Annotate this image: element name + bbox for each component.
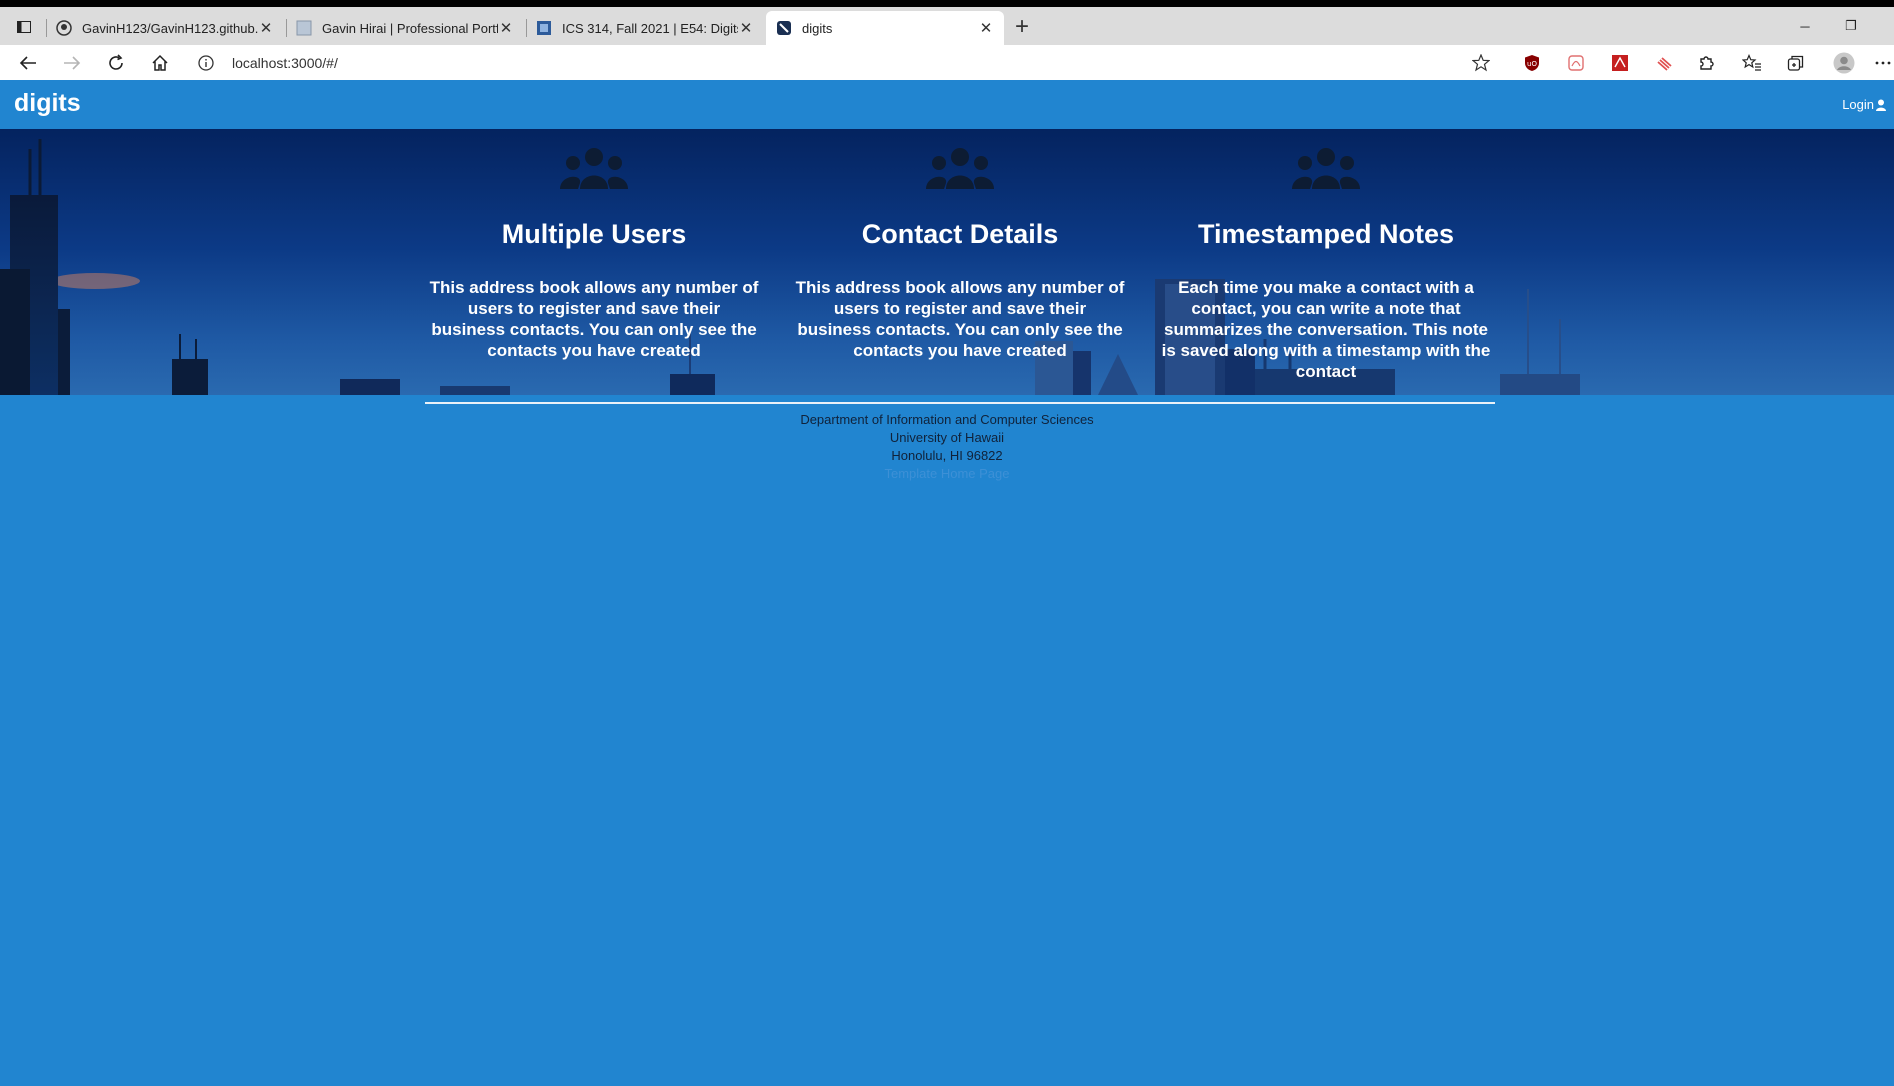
footer-university: University of Hawaii [889,430,1005,445]
add-favorite-icon[interactable] [1471,53,1491,77]
close-icon[interactable]: ✕ [978,19,994,37]
pdf-extension-icon[interactable] [1562,51,1590,75]
extension-wave-icon[interactable] [1650,51,1678,75]
shield-extension-icon[interactable]: uO [1518,51,1546,75]
extensions-icon[interactable] [1692,51,1720,75]
course-icon [536,20,552,36]
feature-description: Each time you make a contact with a cont… [1161,278,1491,381]
more-menu-icon[interactable] [1872,51,1894,75]
users-icon [560,148,628,189]
window-top-edge [0,0,1894,7]
landing-hero: Multiple Users This address book allows … [0,129,1894,395]
extension-red-icon[interactable] [1606,51,1634,75]
tab-portfolio[interactable]: Gavin Hirai | Professional Portfoli ✕ [286,11,524,45]
navbar: digits Login [0,80,1894,129]
tab-title: digits [802,20,833,36]
user-icon [1876,99,1886,111]
tab-strip: GavinH123/GavinH123.github.io ✕ Gavin Hi… [0,7,1894,45]
close-icon[interactable]: ✕ [738,19,754,37]
footer-template-link[interactable]: Template Home Page [0,465,1894,483]
feature-title: Multiple Users [501,219,687,249]
feature-description: This address book allows any number of u… [429,278,759,360]
footer: Department of Information and Computer S… [0,411,1894,483]
feature-title: Contact Details [861,219,1059,249]
close-icon[interactable]: ✕ [498,19,514,37]
new-tab-button[interactable]: + [1010,15,1034,41]
svg-text:uO: uO [1527,60,1537,68]
login-dropdown[interactable]: Login [1842,97,1886,112]
footer-address: Honolulu, HI 96822 [891,448,1003,463]
tab-title: GavinH123/GavinH123.github.io [82,20,258,36]
info-icon[interactable] [198,55,214,76]
users-icon [1292,148,1360,189]
page-icon [296,20,312,36]
url-text: localhost:3000/#/ [232,55,338,71]
close-icon[interactable]: ✕ [258,19,274,37]
home-button[interactable] [146,51,174,75]
back-button[interactable] [14,51,42,75]
login-label: Login [1842,97,1874,112]
tab-github[interactable]: GavinH123/GavinH123.github.io ✕ [46,11,284,45]
profile-avatar-icon[interactable] [1830,51,1858,75]
meteor-icon [776,20,792,36]
tab-title: ICS 314, Fall 2021 | E54: Digits, Pa [562,20,738,36]
tab-course[interactable]: ICS 314, Fall 2021 | E54: Digits, Pa ✕ [526,11,764,45]
brand-link[interactable]: digits [14,89,81,118]
feature-description: This address book allows any number of u… [795,278,1125,360]
footer-department: Department of Information and Computer S… [800,412,1094,427]
collections-icon[interactable] [1782,51,1810,75]
footer-divider [425,402,1495,404]
favorites-icon[interactable] [1738,51,1766,75]
tab-title: Gavin Hirai | Professional Portfoli [322,20,498,36]
forward-button[interactable] [58,51,86,75]
minimize-button[interactable]: ─ [1782,7,1828,45]
browser-toolbar: localhost:3000/#/ uO [0,45,1894,81]
github-icon [56,20,72,36]
users-icon [926,148,994,189]
restore-button[interactable]: ❐ [1828,7,1874,45]
feature-title: Timestamped Notes [1197,219,1455,249]
tab-actions-icon[interactable] [10,15,38,39]
address-bar[interactable]: localhost:3000/#/ [190,49,1500,77]
tab-digits[interactable]: digits ✕ [766,11,1004,45]
refresh-button[interactable] [102,51,130,75]
